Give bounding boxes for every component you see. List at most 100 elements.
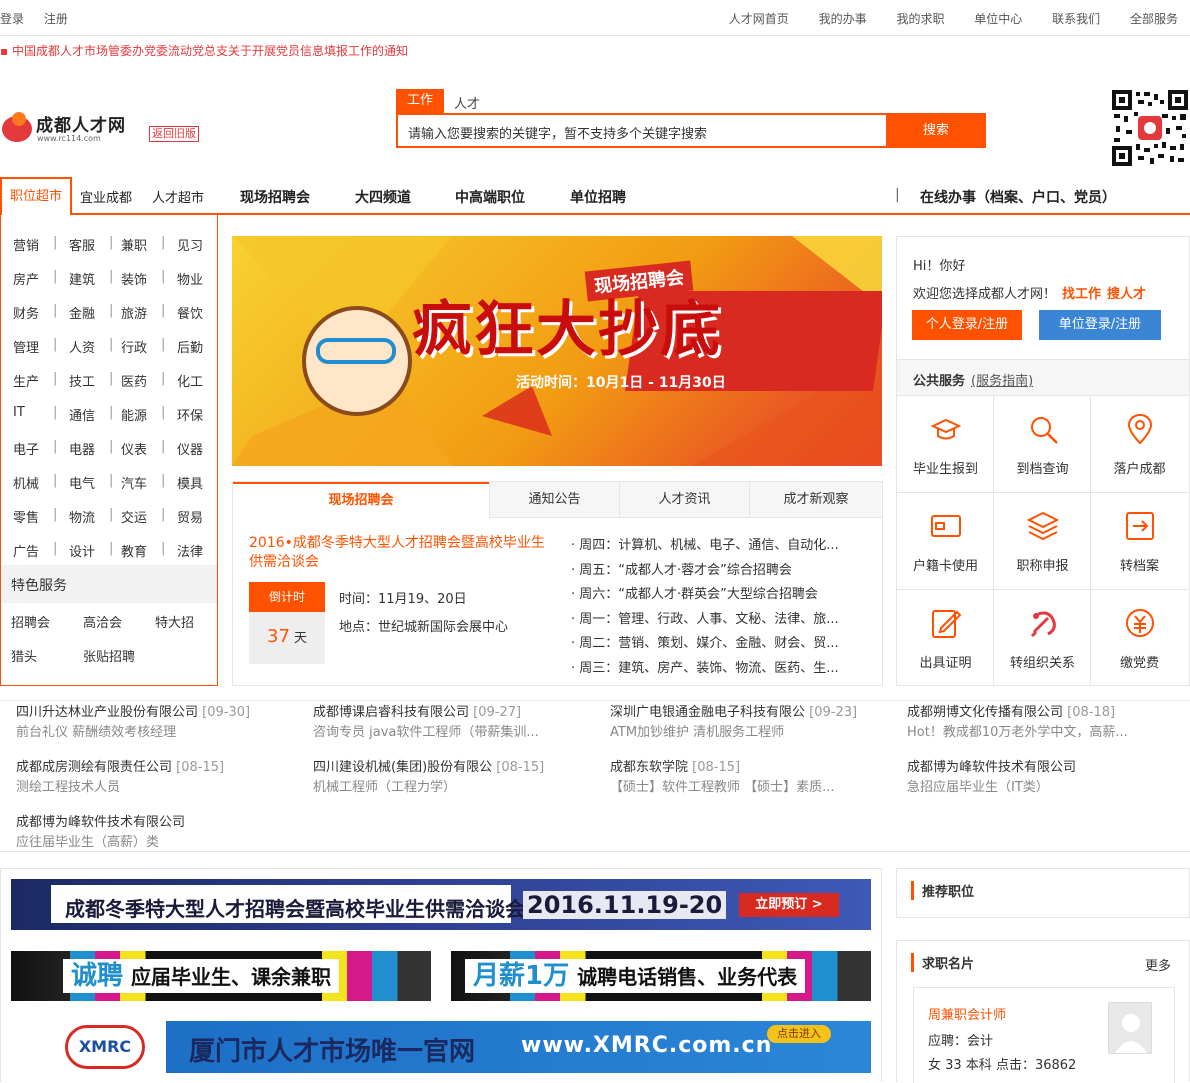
category-link[interactable]: 法律 [177,541,203,560]
top-link-contact[interactable]: 联系我们 [1052,12,1100,26]
category-link[interactable]: 广告 [13,541,39,560]
resume-card[interactable]: 周兼职会计师 应聘：会计 女 33 本科 点击：36862 [913,987,1175,1083]
enterprise-name[interactable]: 四川建设机械(集团)股份有限公 [08-15] [313,758,598,778]
nav-talent-market[interactable]: 人才超市 [152,187,204,206]
service-tile[interactable]: 缴党费 [1091,589,1188,686]
ad-reserve-button[interactable]: 立即预订 > [739,893,839,917]
category-link[interactable]: 旅游 [121,303,147,322]
promo-banner[interactable]: 现场招聘会 疯狂大抄底 活动时间：10月1日 - 11月30日 [232,236,882,466]
nav-job-fair[interactable]: 现场招聘会 [240,187,310,207]
ad-click-button[interactable]: 点击进入 [767,1025,831,1043]
category-link[interactable]: 装饰 [121,269,147,288]
enterprise-name[interactable]: 成都成房测绘有限责任公司 [08-15] [16,758,301,778]
category-link[interactable]: IT [13,405,25,420]
category-link[interactable]: 交运 [121,507,147,526]
service-tile[interactable]: 职称申报 [994,492,1091,589]
search-tab-talent[interactable]: 人才 [454,93,480,112]
enterprise-item[interactable]: 成都博课启睿科技有限公司 [09-27] 咨询专员 java软件工程师（带薪集训.… [313,703,598,743]
enterprise-name-text[interactable]: 成都博为峰软件技术有限公司 [16,815,185,830]
category-link[interactable]: 仪表 [121,439,147,458]
category-link[interactable]: 医药 [121,371,147,390]
nav-job-market[interactable]: 职位超市 [0,177,72,215]
category-link[interactable]: 汽车 [121,473,147,492]
week-item[interactable]: · 周五：“成都人才·蓉才会”综合招聘会 [571,559,839,584]
more-link[interactable]: 更多 [1145,955,1171,974]
category-link[interactable]: 电气 [69,473,95,492]
enterprise-name-text[interactable]: 成都成房测绘有限责任公司 [16,760,172,775]
enterprise-jobs[interactable]: Hot！教成都10万老外学中文，高薪... [907,723,1190,743]
category-link[interactable]: 兼职 [121,235,147,254]
category-link[interactable]: 贸易 [177,507,203,526]
enterprise-name-text[interactable]: 四川建设机械(集团)股份有限公 [313,760,492,775]
tab-observation[interactable]: 成才新观察 [749,482,882,518]
category-link[interactable]: 电子 [13,439,39,458]
enterprise-jobs[interactable]: ATM加钞维护 清机服务工程师 [610,723,895,743]
category-link[interactable]: 营销 [13,235,39,254]
login-link[interactable]: 登录 [0,12,24,26]
enterprise-item[interactable]: 成都东软学院 [08-15] 【硕士】软件工程教师 【硕士】素质... [610,758,895,798]
enterprise-name-text[interactable]: 成都博课启睿科技有限公司 [313,705,469,720]
service-guide-link[interactable]: (服务指南) [971,374,1033,389]
tab-talent-news[interactable]: 人才资讯 [619,482,749,518]
category-link[interactable]: 教育 [121,541,147,560]
enterprise-name-text[interactable]: 成都博为峰软件技术有限公司 [907,760,1076,775]
enterprise-name[interactable]: 成都博为峰软件技术有限公司 [16,813,301,833]
enterprise-jobs[interactable]: 急招应届毕业生（IT类） [907,778,1190,798]
category-link[interactable]: 后勤 [177,337,203,356]
enterprise-name-text[interactable]: 成都朔博文化传播有限公司 [907,705,1063,720]
enterprise-jobs[interactable]: 咨询专员 java软件工程师（带薪集训... [313,723,598,743]
enterprise-name[interactable]: 深圳广电银通金融电子科技有限公 [09-23] [610,703,895,723]
featured-item[interactable]: 猎头 [11,646,37,665]
person-login-button[interactable]: 个人登录/注册 [912,310,1022,340]
nav-online-service[interactable]: 在线办事（档案、户口、党员） [920,187,1116,207]
category-link[interactable]: 建筑 [69,269,95,288]
ad-job-fair[interactable]: 成都冬季特大型人才招聘会暨高校毕业生供需洽谈会 2016.11.19-20 立即… [11,879,871,930]
tab-job-fair[interactable]: 现场招聘会 [233,482,489,518]
week-item[interactable]: · 周一：管理、行政、人事、文秘、法律、旅... [571,608,839,633]
category-link[interactable]: 环保 [177,405,203,424]
nav-unit-recruit[interactable]: 单位招聘 [570,187,626,207]
enterprise-name-text[interactable]: 深圳广电银通金融电子科技有限公 [610,705,805,720]
category-link[interactable]: 生产 [13,371,39,390]
category-link[interactable]: 管理 [13,337,39,356]
enterprise-item[interactable]: 四川升达林业产业股份有限公司 [09-30] 前台礼仪 薪酬绩效考核经理 [16,703,301,743]
category-link[interactable]: 房产 [13,269,39,288]
top-link-unit-center[interactable]: 单位中心 [974,12,1022,26]
category-link[interactable]: 模具 [177,473,203,492]
top-link-all-services[interactable]: 全部服务 [1130,12,1178,26]
find-talent-link[interactable]: 搜人才 [1107,287,1146,302]
category-link[interactable]: 设计 [69,541,95,560]
enterprise-item[interactable]: 四川建设机械(集团)股份有限公 [08-15] 机械工程师（工程力学） [313,758,598,798]
enterprise-item[interactable]: 成都博为峰软件技术有限公司 应往届毕业生（高薪）类 [16,813,301,853]
nav-senior-channel[interactable]: 大四频道 [355,187,411,207]
enterprise-item[interactable]: 深圳广电银通金融电子科技有限公 [09-23] ATM加钞维护 清机服务工程师 [610,703,895,743]
service-tile[interactable]: 户籍卡使用 [897,492,994,589]
nav-yiye-chengdu[interactable]: 宜业成都 [80,187,132,206]
nav-high-end-jobs[interactable]: 中高端职位 [455,187,525,207]
enterprise-jobs[interactable]: 前台礼仪 薪酬绩效考核经理 [16,723,301,743]
card-name[interactable]: 周兼职会计师 [928,1004,1006,1023]
category-link[interactable]: 物业 [177,269,203,288]
service-tile[interactable]: 转组织关系 [994,589,1091,686]
category-link[interactable]: 行政 [121,337,147,356]
register-link[interactable]: 注册 [44,12,68,26]
fair-title-link[interactable]: 2016•成都冬季特大型人才招聘会暨高校毕业生供需洽谈会 [249,534,549,572]
service-tile[interactable]: 毕业生报到 [897,395,994,492]
service-tile[interactable]: 到档查询 [994,395,1091,492]
enterprise-name[interactable]: 成都东软学院 [08-15] [610,758,895,778]
search-button[interactable]: 搜索 [886,113,986,148]
featured-item[interactable]: 特大招 [155,612,194,631]
category-link[interactable]: 零售 [13,507,39,526]
ad-recruit-graduates[interactable]: 诚聘 应届毕业生、课余兼职 [11,951,431,1001]
top-link-home[interactable]: 人才网首页 [729,12,789,26]
notice-link[interactable]: ▪ 中国成都人才市场管委办党委流动党总支关于开展党员信息填报工作的通知 [0,42,408,59]
enterprise-name-text[interactable]: 成都东软学院 [610,760,688,775]
top-link-my-affairs[interactable]: 我的办事 [819,12,867,26]
enterprise-name[interactable]: 四川升达林业产业股份有限公司 [09-30] [16,703,301,723]
week-item[interactable]: · 周六：“成都人才·群英会”大型综合招聘会 [571,583,839,608]
find-job-link[interactable]: 找工作 [1062,287,1101,302]
tab-notice[interactable]: 通知公告 [489,482,619,518]
category-link[interactable]: 餐饮 [177,303,203,322]
service-tile[interactable]: 转档案 [1091,492,1188,589]
week-item[interactable]: · 周四：计算机、机械、电子、通信、自动化... [571,534,839,559]
